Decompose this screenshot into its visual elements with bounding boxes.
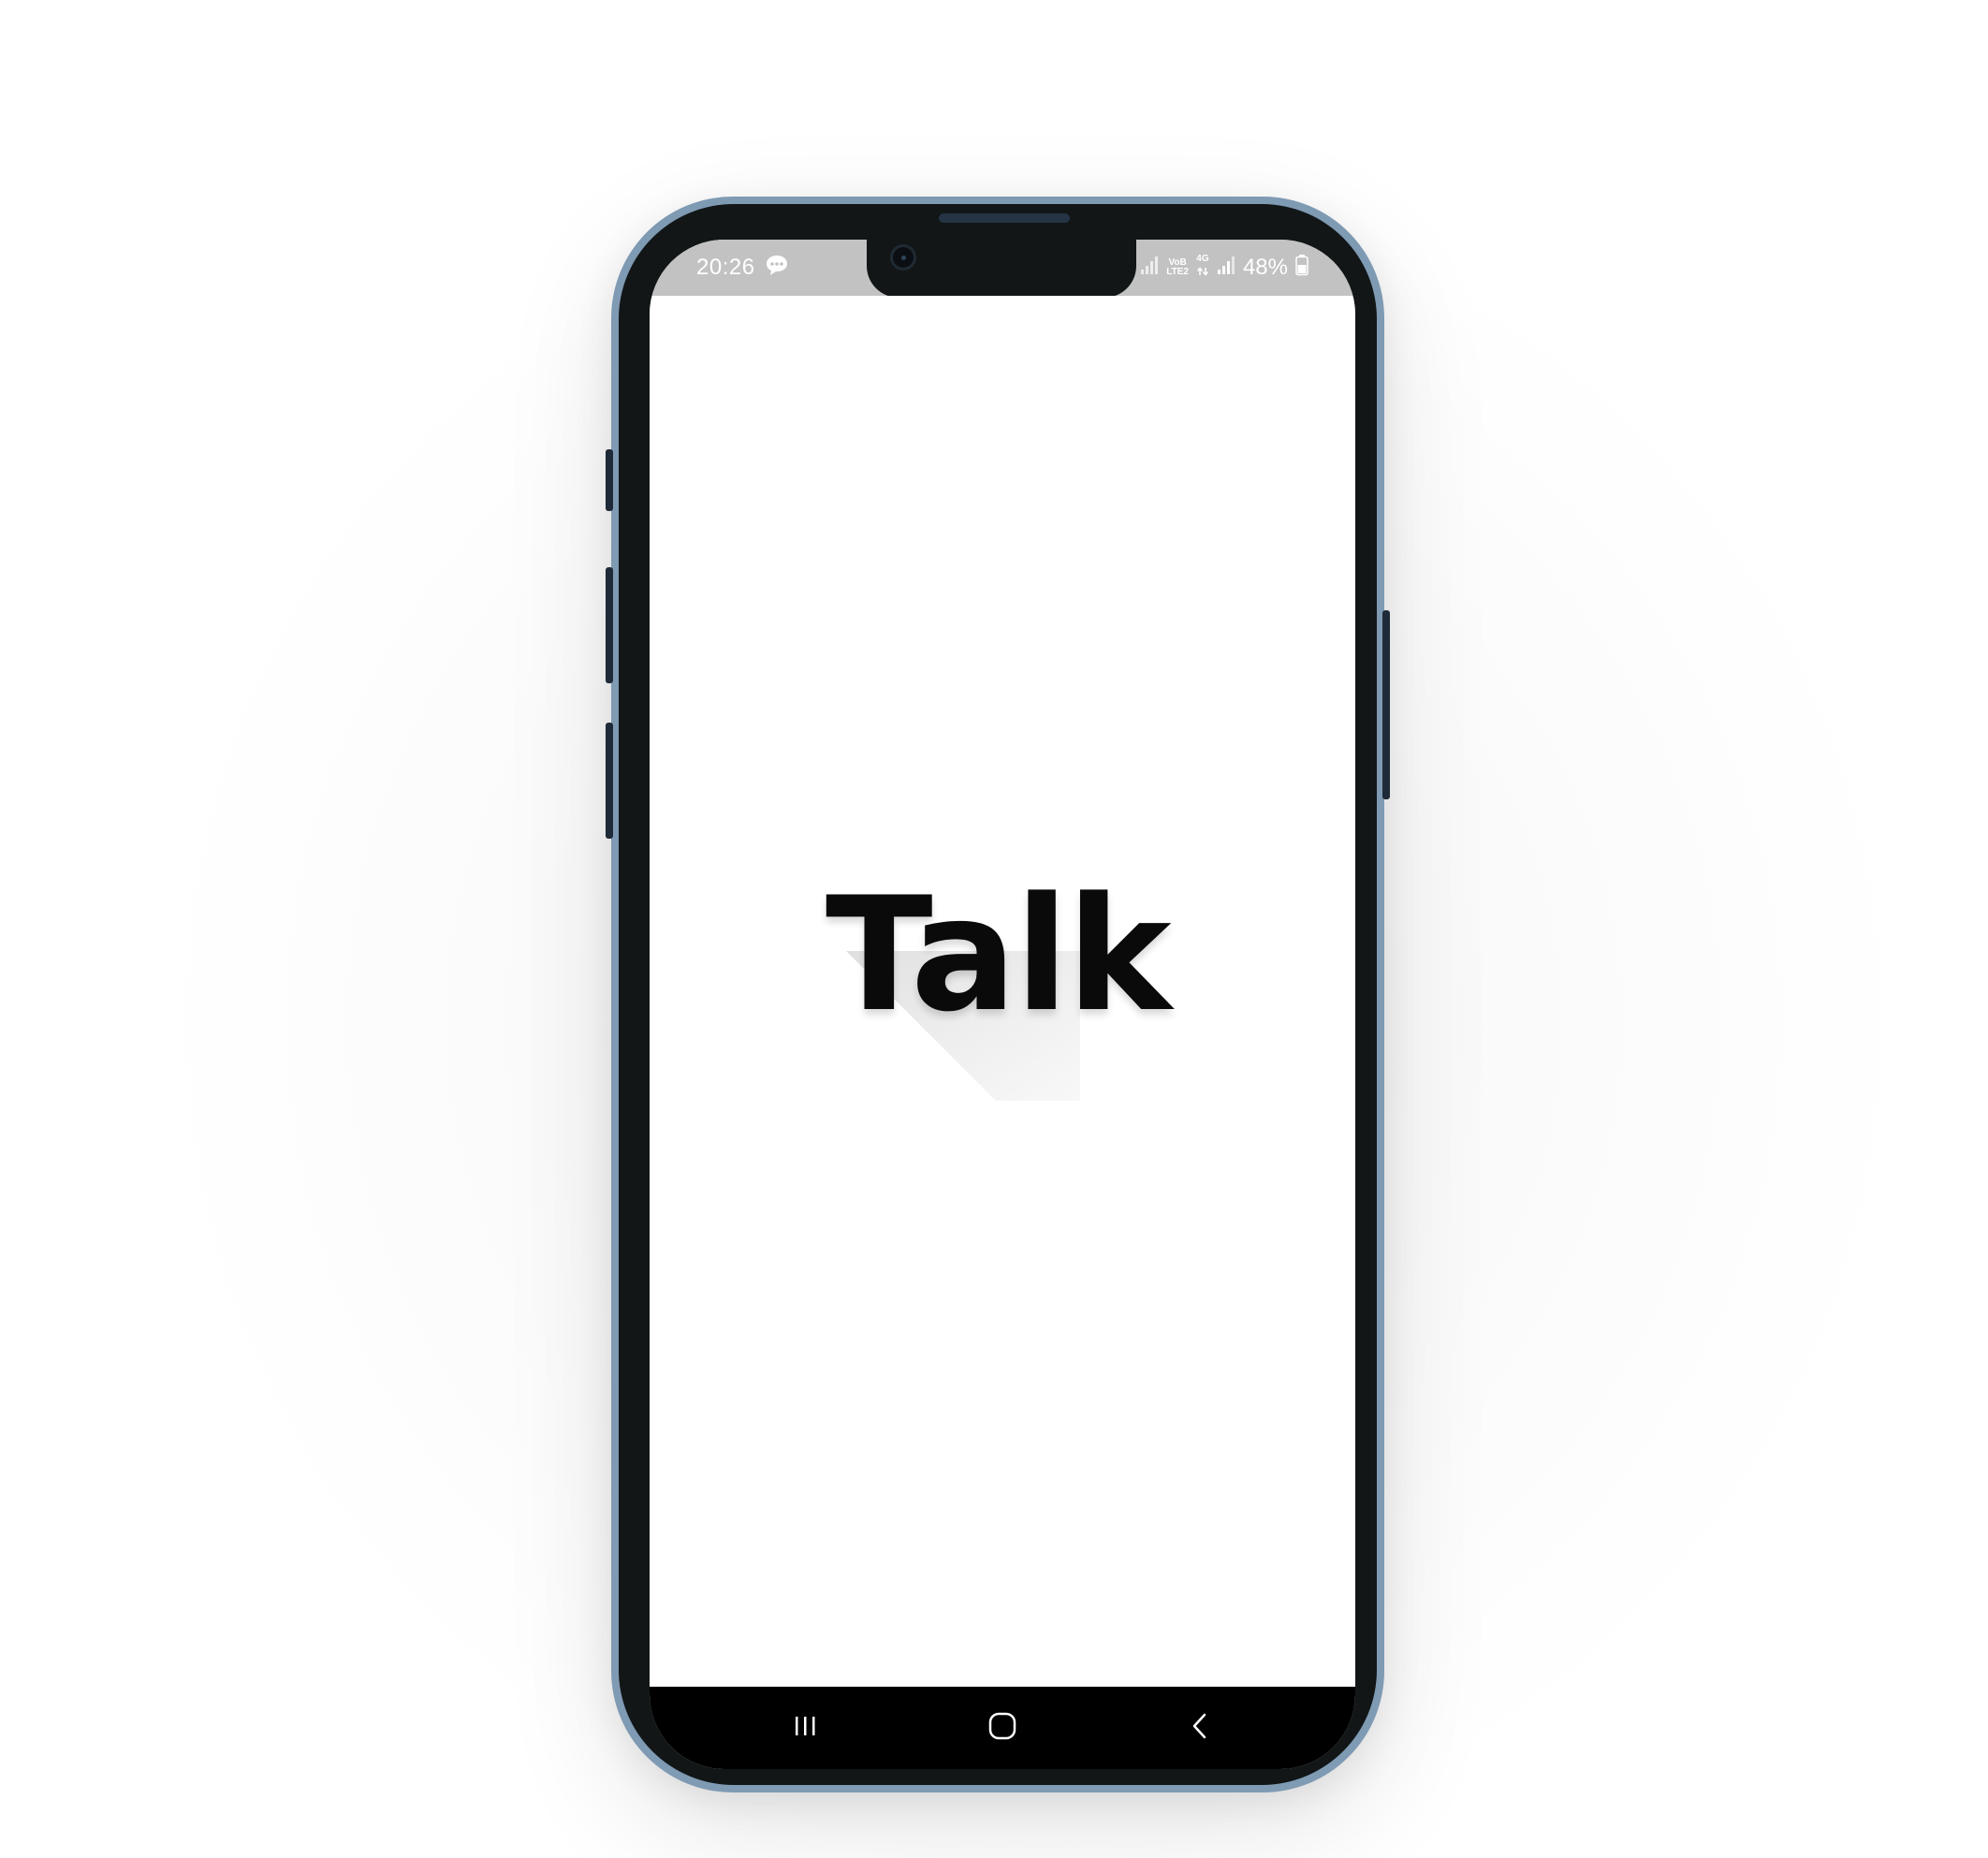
mute-switch [606, 449, 613, 511]
notch [867, 240, 1136, 298]
splash-screen: Talk [650, 296, 1355, 1687]
battery-icon [1295, 254, 1308, 281]
home-button[interactable] [946, 1687, 1059, 1769]
navigation-bar [650, 1687, 1355, 1769]
network-type-indicator: 4G [1196, 253, 1209, 281]
recents-button[interactable] [749, 1687, 861, 1769]
front-camera [890, 244, 916, 271]
status-bar: 20:26 VoB LTE2 4G 48% [650, 240, 1355, 298]
volte-indicator: VoB LTE2 [1166, 256, 1189, 277]
home-icon [987, 1710, 1018, 1747]
phone-body: 20:26 VoB LTE2 4G 48% Talk [619, 204, 1377, 1785]
stage: 20:26 VoB LTE2 4G 48% Talk [0, 0, 1988, 1858]
message-icon [765, 254, 789, 281]
signal-1-icon [1140, 255, 1159, 280]
status-time: 20:26 [696, 254, 755, 280]
volte-top-label: VoB [1168, 256, 1187, 268]
status-right: VoB LTE2 4G 48% [1140, 254, 1308, 281]
earpiece-speaker [939, 213, 1070, 223]
back-button[interactable] [1144, 1687, 1256, 1769]
status-left: 20:26 [696, 254, 789, 281]
back-icon [1185, 1711, 1215, 1746]
recents-icon [790, 1711, 820, 1746]
screen: 20:26 VoB LTE2 4G 48% Talk [650, 240, 1355, 1769]
phone-frame: 20:26 VoB LTE2 4G 48% Talk [606, 197, 1390, 1792]
power-button [1382, 610, 1390, 799]
app-logo: Talk [826, 863, 1172, 1046]
network-type-label: 4G [1196, 253, 1209, 264]
volume-down-button [606, 723, 613, 839]
data-arrows-icon [1196, 264, 1209, 281]
volte-bottom-label: LTE2 [1166, 266, 1189, 277]
battery-percent: 48% [1242, 254, 1288, 280]
signal-2-icon [1217, 255, 1235, 280]
volume-up-button [606, 567, 613, 683]
